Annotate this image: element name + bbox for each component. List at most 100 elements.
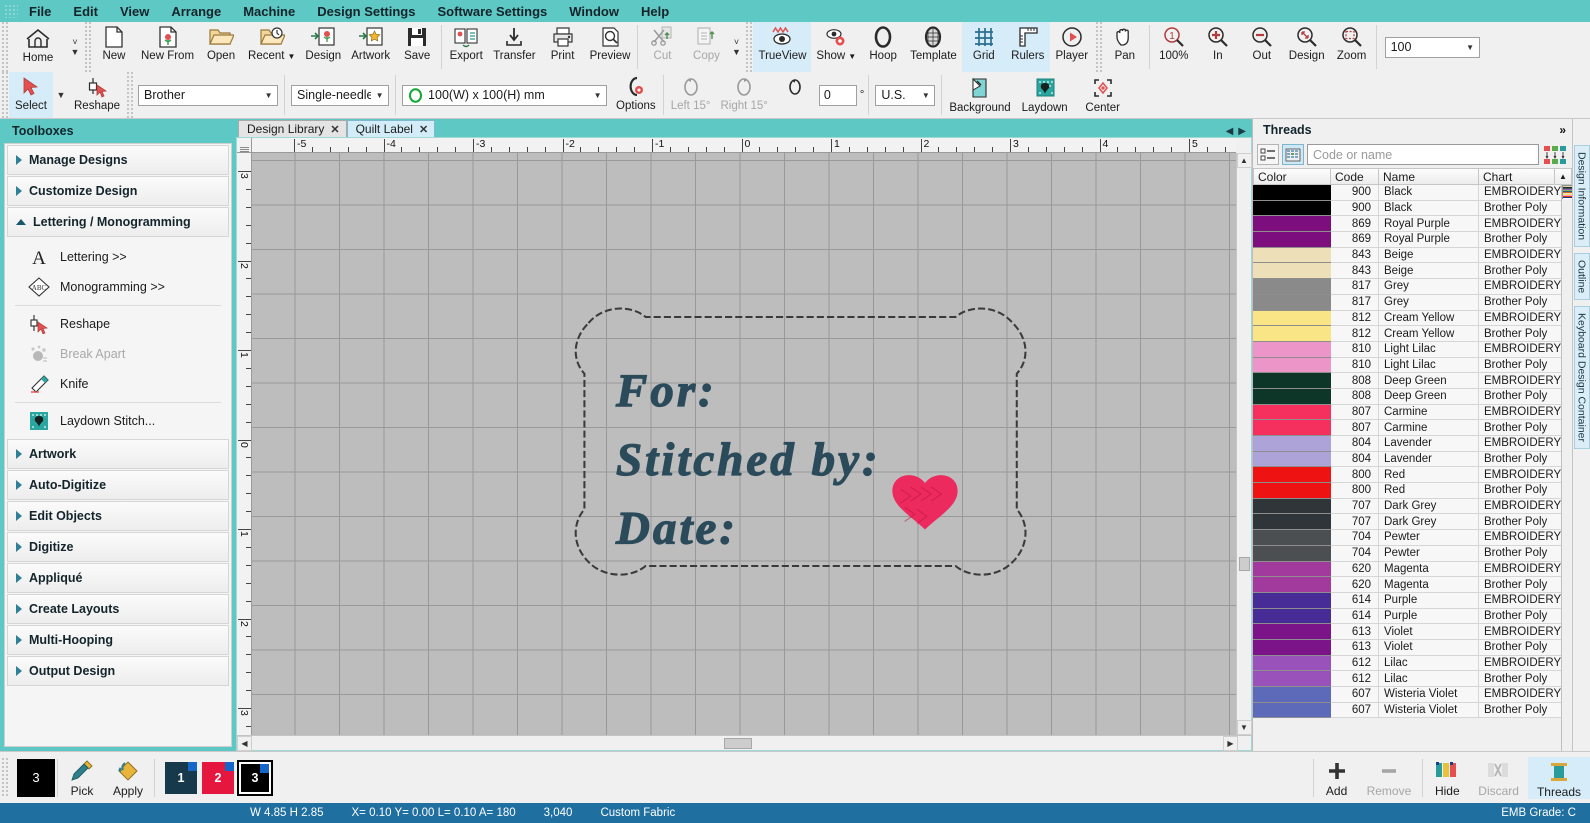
thread-row[interactable]: 804 Lavender Brother Poly <box>1253 451 1562 468</box>
needle-combo[interactable]: Single-needle ▼ <box>291 84 390 106</box>
thread-grid-view-button[interactable] <box>1282 144 1304 165</box>
thread-row[interactable]: 843 Beige EMBROIDERY <box>1253 247 1562 264</box>
template-button[interactable]: Template <box>905 22 962 72</box>
new-button[interactable]: New <box>92 22 136 72</box>
thread-row[interactable]: 800 Red EMBROIDERY <box>1253 467 1562 484</box>
quilt-label-design[interactable]: For: Stitched by: Date: <box>252 153 1236 735</box>
vertical-ruler[interactable]: 3 2 1 0 1 2 3 <box>237 153 252 735</box>
rotate-left-button[interactable]: Left 15° <box>666 72 716 118</box>
palette-swatch[interactable]: 1 <box>165 761 198 794</box>
threads-palette-scroll[interactable] <box>1561 185 1572 751</box>
scroll-up-button[interactable]: ▲ <box>1236 153 1252 168</box>
zoom-out-button[interactable]: Out <box>1240 22 1284 72</box>
thread-row[interactable]: 900 Black Brother Poly <box>1253 200 1562 217</box>
preview-button[interactable]: Preview <box>585 22 636 72</box>
thread-row[interactable]: 817 Grey Brother Poly <box>1253 294 1562 311</box>
thread-sort-icon[interactable] <box>1542 145 1568 165</box>
threads-toggle-button[interactable]: Threads <box>1527 756 1590 799</box>
column-header-code[interactable]: Code <box>1331 168 1379 185</box>
toolbox-group-output-design[interactable]: Output Design <box>7 656 229 686</box>
new-from-button[interactable]: New From <box>136 22 199 72</box>
add-thread-button[interactable]: Add <box>1316 758 1358 798</box>
dock-tab-outline[interactable]: Outline <box>1573 253 1590 301</box>
column-header-chart[interactable]: Chart <box>1479 168 1555 185</box>
clipboard-dropdown-button[interactable]: ˅ ▼ <box>728 22 744 72</box>
thread-search-input[interactable]: Code or name <box>1307 144 1539 165</box>
remove-thread-button[interactable]: Remove <box>1358 758 1421 798</box>
thread-row[interactable]: 807 Carmine Brother Poly <box>1253 420 1562 436</box>
thread-row[interactable]: 810 Light Lilac Brother Poly <box>1253 357 1562 374</box>
vscroll-thumb[interactable] <box>1238 557 1250 571</box>
thread-row[interactable]: 704 Pewter EMBROIDERY <box>1253 530 1562 546</box>
save-button[interactable]: Save <box>395 22 439 72</box>
select-tool-button[interactable]: Select <box>9 72 53 118</box>
toolbox-item-lettering[interactable]: A Lettering >> <box>5 242 231 272</box>
ruler-corner-button[interactable] <box>237 138 252 153</box>
thread-row[interactable]: 607 Wisteria Violet Brother Poly <box>1253 702 1562 719</box>
thread-row[interactable]: 800 Red Brother Poly <box>1253 483 1562 499</box>
design-text-line[interactable]: Date: <box>614 502 738 555</box>
units-combo[interactable]: U.S. ▼ <box>875 84 936 106</box>
apply-color-button[interactable]: Apply <box>104 758 152 798</box>
home-button[interactable]: Home <box>9 22 67 72</box>
print-button[interactable]: Print <box>541 22 585 72</box>
threads-list[interactable]: 900 Black EMBROIDERY 900 Black Brother Poly 86… <box>1253 185 1572 751</box>
hscroll-thumb[interactable] <box>723 737 752 749</box>
export-button[interactable]: Export <box>444 22 488 72</box>
thread-row[interactable]: 613 Violet EMBROIDERY <box>1253 624 1562 640</box>
thread-row[interactable]: 843 Beige Brother Poly <box>1253 263 1562 280</box>
insert-artwork-button[interactable]: Artwork <box>346 22 395 72</box>
scroll-left-button[interactable]: ◀ <box>237 735 252 751</box>
zoom-in-button[interactable]: In <box>1196 22 1240 72</box>
toolbox-group-lettering[interactable]: Lettering / Monogramming <box>7 207 229 237</box>
background-button[interactable]: Background <box>944 72 1015 118</box>
palette-swatch[interactable]: 2 <box>202 761 235 794</box>
pick-color-button[interactable]: Pick <box>60 758 104 798</box>
thread-row[interactable]: 807 Carmine EMBROIDERY <box>1253 404 1562 421</box>
insert-design-button[interactable]: Design <box>300 22 346 72</box>
reshape-tool-button[interactable]: Reshape <box>69 72 125 118</box>
canvas-horizontal-scrollbar[interactable]: ◀ ▶ <box>237 735 1251 751</box>
grid-button[interactable]: Grid <box>961 22 1006 72</box>
thread-row[interactable]: 869 Royal Purple Brother Poly <box>1253 232 1562 248</box>
thread-row[interactable]: 817 Grey EMBROIDERY <box>1253 279 1562 295</box>
machine-combo[interactable]: Brother ▼ <box>138 84 279 106</box>
rotate-right-button[interactable]: Right 15° <box>715 72 772 118</box>
toolbox-group-manage-designs[interactable]: Manage Designs <box>7 145 229 175</box>
hide-threads-button[interactable]: Hide <box>1425 758 1469 798</box>
design-text-line[interactable]: Stitched by: <box>615 433 881 486</box>
pan-button[interactable]: Pan <box>1103 22 1147 72</box>
copy-button[interactable]: Copy <box>684 22 728 72</box>
close-icon-2[interactable]: ✕ <box>419 123 428 136</box>
thread-row[interactable]: 869 Royal Purple EMBROIDERY <box>1253 216 1562 233</box>
zoom-box-button[interactable]: Zoom <box>1330 22 1374 72</box>
zoom-100-button[interactable]: 1 100% <box>1152 22 1196 72</box>
toolbox-item-laydown-stitch[interactable]: Laydown Stitch... <box>5 406 231 436</box>
toolbox-group-auto-digitize[interactable]: Auto-Digitize <box>7 470 229 500</box>
thread-row[interactable]: 810 Light Lilac EMBROIDERY <box>1253 341 1562 358</box>
vscroll-track[interactable] <box>1237 168 1251 720</box>
toolbox-group-customize-design[interactable]: Customize Design <box>7 176 229 206</box>
tab-next-button[interactable]: ▶ <box>1238 126 1246 137</box>
menu-arrange[interactable]: Arrange <box>160 2 232 21</box>
transfer-button[interactable]: Transfer <box>488 22 540 72</box>
threads-scroll-up-button[interactable]: ▲ <box>1555 168 1572 185</box>
hoop-combo[interactable]: 100(W) x 100(H) mm ▼ <box>402 84 608 106</box>
design-text-line[interactable]: For: <box>614 365 717 418</box>
thread-row[interactable]: 812 Cream Yellow EMBROIDERY <box>1253 310 1562 327</box>
player-button[interactable]: Player <box>1050 22 1094 72</box>
thread-row[interactable]: 612 Lilac Brother Poly <box>1253 671 1562 687</box>
toolbox-group-multi-hooping[interactable]: Multi-Hooping <box>7 625 229 655</box>
zoom-level-combo[interactable]: 100 ▼ <box>1384 36 1480 58</box>
palette-swatch[interactable]: 3 <box>237 759 274 796</box>
cut-button[interactable]: Cut <box>640 22 684 72</box>
toolbox-group-digitize[interactable]: Digitize <box>7 532 229 562</box>
menu-view[interactable]: View <box>109 2 160 21</box>
menu-software-settings[interactable]: Software Settings <box>426 2 558 21</box>
thread-row[interactable]: 804 Lavender EMBROIDERY <box>1253 436 1562 452</box>
thread-row[interactable]: 620 Magenta Brother Poly <box>1253 577 1562 593</box>
thread-list-view-button[interactable] <box>1257 144 1279 165</box>
thread-row[interactable]: 900 Black EMBROIDERY <box>1253 185 1562 201</box>
thread-row[interactable]: 612 Lilac EMBROIDERY <box>1253 655 1562 672</box>
zoom-design-button[interactable]: Design <box>1284 22 1330 72</box>
